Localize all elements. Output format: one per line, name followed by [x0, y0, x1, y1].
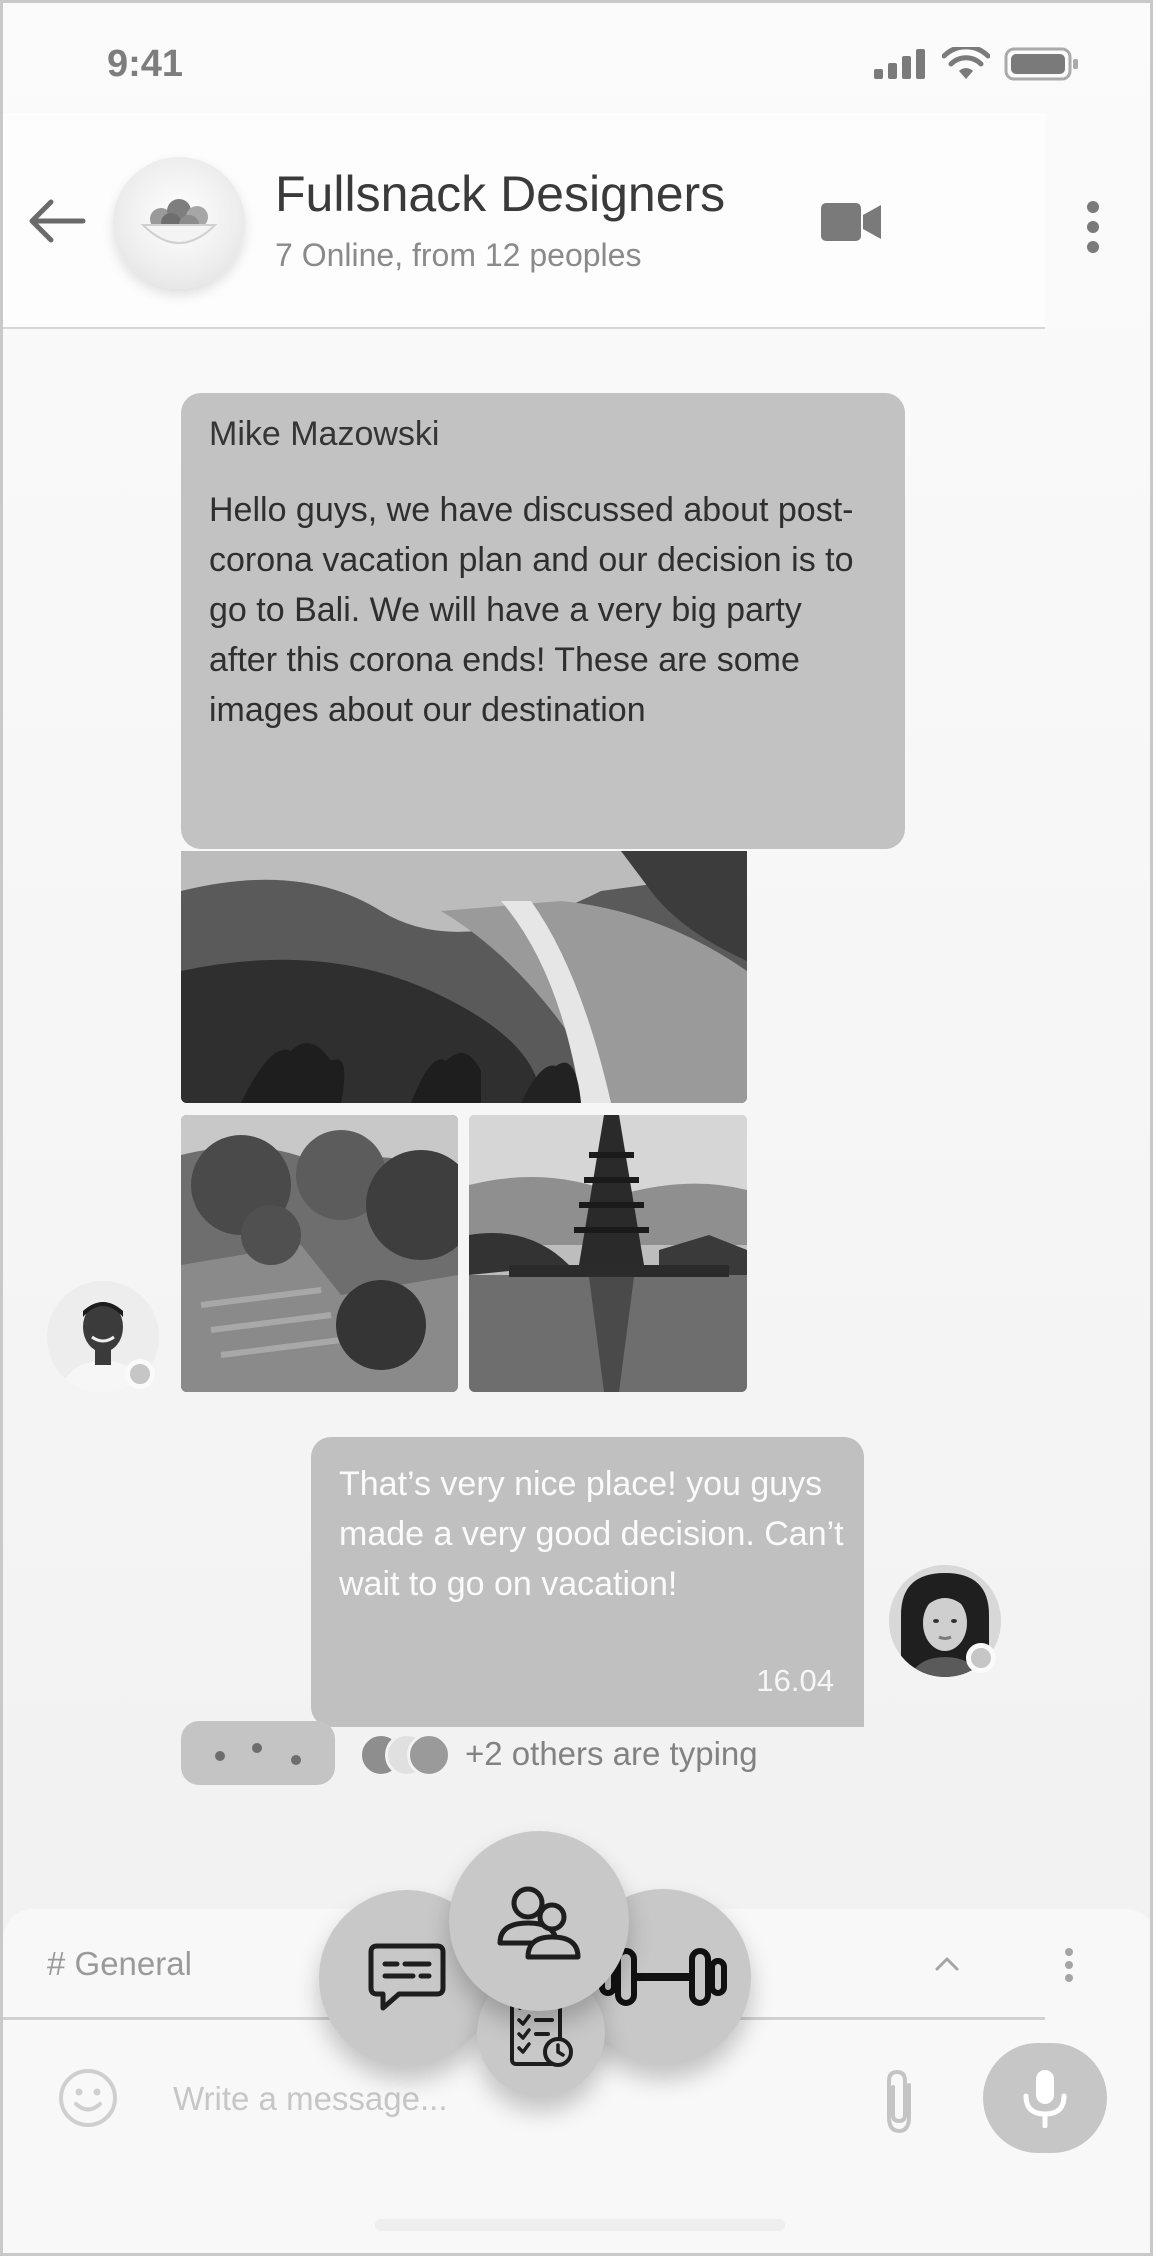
- message-author: Mike Mazowski: [209, 415, 440, 453]
- fab-group-button[interactable]: [449, 1831, 629, 2011]
- typing-bubble: [181, 1721, 335, 1785]
- message-bubble-outgoing[interactable]: That’s very nice place! you guys made a …: [311, 1437, 864, 1727]
- chat-icon: [368, 1943, 446, 2011]
- photo-forest[interactable]: [181, 1115, 458, 1392]
- more-vertical-icon[interactable]: [1063, 1947, 1075, 1983]
- typing-dot: [252, 1743, 262, 1753]
- message-bubble-incoming[interactable]: Mike Mazowski Hello guys, we have discus…: [181, 393, 905, 849]
- emoji-icon[interactable]: [57, 2067, 119, 2129]
- chat-header: Fullsnack Designers 7 Online, from 12 pe…: [3, 113, 1045, 329]
- typing-status: +2 others are typing: [465, 1735, 758, 1772]
- microphone-button[interactable]: [983, 2043, 1107, 2153]
- people-icon: [497, 1886, 581, 1960]
- chevron-up-icon[interactable]: [933, 1951, 961, 1975]
- photo-beach[interactable]: [181, 851, 747, 1103]
- back-arrow-icon[interactable]: [27, 197, 87, 245]
- typing-avatar: [407, 1733, 451, 1777]
- home-indicator[interactable]: [375, 2219, 785, 2231]
- typing-avatars: [359, 1733, 455, 1777]
- online-indicator: [125, 1359, 155, 1389]
- status-icons: [874, 47, 1080, 81]
- group-name: Fullsnack Designers: [275, 166, 726, 222]
- fruit-bowl-icon: [140, 199, 218, 244]
- typing-dot: [291, 1755, 301, 1765]
- paperclip-icon[interactable]: [877, 2067, 921, 2137]
- more-vertical-icon[interactable]: [1081, 199, 1105, 255]
- battery-icon: [1004, 47, 1078, 81]
- typing-dot: [215, 1751, 225, 1761]
- group-status: 7 Online, from 12 peoples: [275, 237, 642, 273]
- online-indicator: [966, 1643, 996, 1673]
- wifi-icon: [942, 47, 990, 79]
- photo-temple[interactable]: [469, 1115, 747, 1392]
- video-camera-icon[interactable]: [821, 199, 881, 245]
- message-text: Hello guys, we have discussed about post…: [209, 491, 854, 729]
- group-avatar[interactable]: [113, 157, 245, 289]
- status-time: 9:41: [107, 43, 184, 85]
- phone-screen: 9:41 Fullsnack Designers 7 Online, from …: [0, 0, 1153, 2256]
- message-time: 16.04: [756, 1663, 834, 1698]
- message-text: That’s very nice place! you guys made a …: [339, 1465, 844, 1603]
- microphone-icon: [1023, 2070, 1067, 2128]
- channel-selector[interactable]: # General: [47, 1945, 192, 1983]
- signal-icon: [874, 49, 925, 79]
